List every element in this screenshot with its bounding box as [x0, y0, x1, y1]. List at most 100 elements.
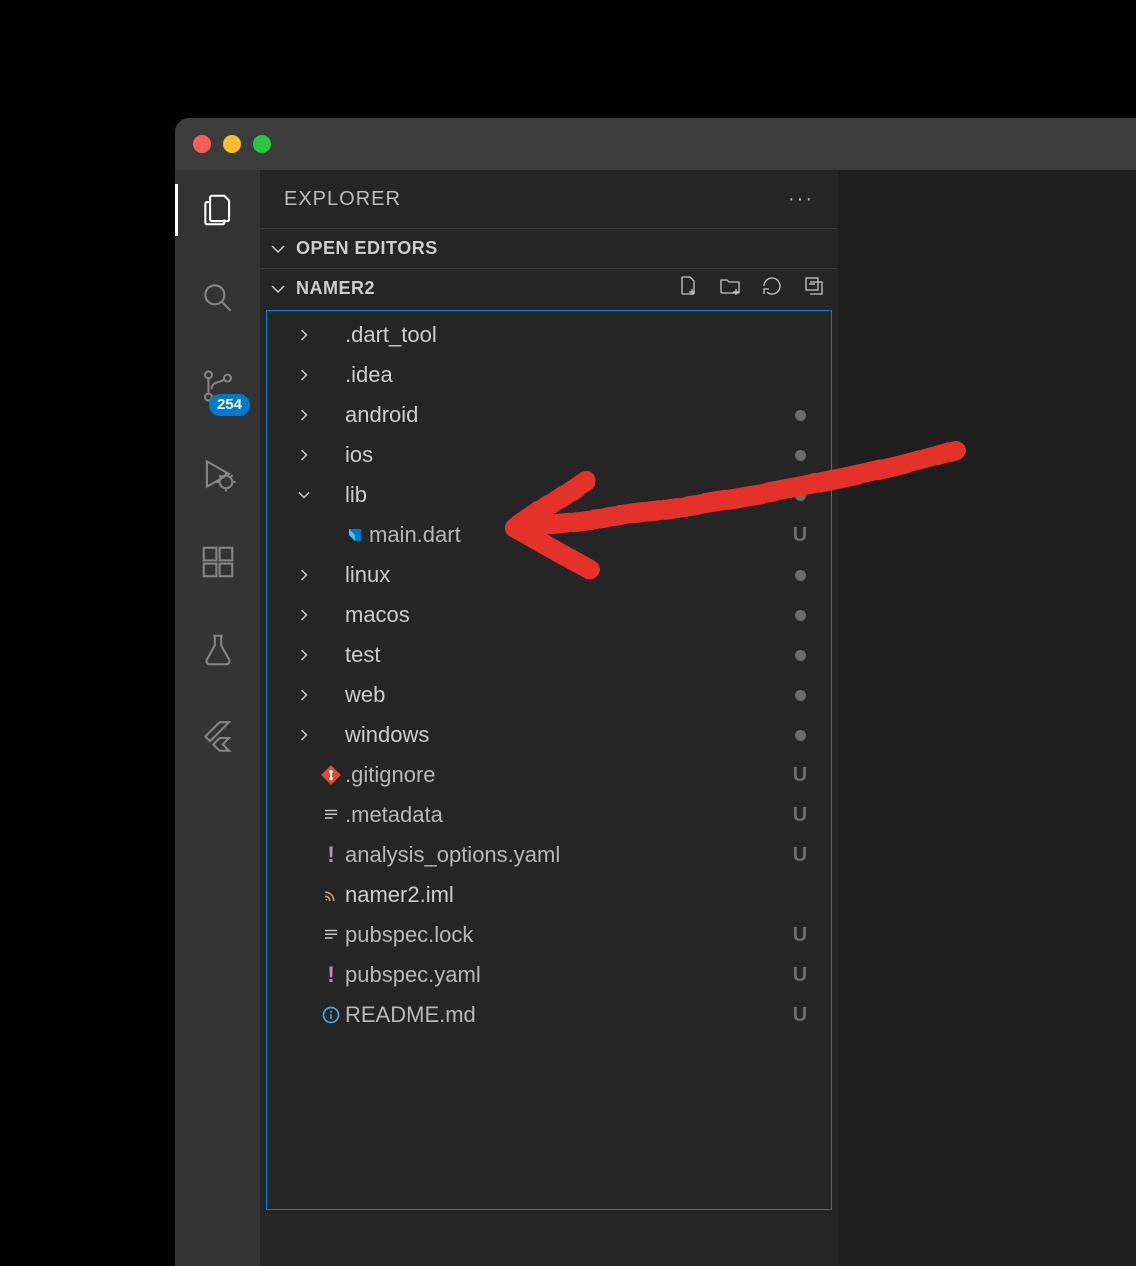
twisty[interactable] [291, 725, 317, 745]
tree-folder[interactable]: test [267, 635, 831, 675]
activity-scm[interactable]: 254 [175, 360, 260, 412]
dart-file-icon [346, 526, 364, 544]
tree-folder[interactable]: ios [267, 435, 831, 475]
tree-file[interactable]: .gitignoreU [267, 755, 831, 795]
chevron-right-icon [294, 325, 314, 345]
git-status-untracked: U [787, 1004, 813, 1027]
text-file-icon [322, 806, 340, 824]
titlebar[interactable] [175, 118, 1136, 170]
git-status-untracked: U [787, 924, 813, 947]
tree-folder[interactable]: .idea [267, 355, 831, 395]
tree-folder[interactable]: windows [267, 715, 831, 755]
vscode-window: 254 EXPLORER ··· OPEN EDITORS [175, 118, 1136, 1266]
activity-run-debug[interactable] [175, 448, 260, 500]
tree-folder[interactable]: macos [267, 595, 831, 635]
git-status-untracked: U [787, 524, 813, 547]
collapse-all-button[interactable] [802, 274, 826, 303]
window-zoom-button[interactable] [253, 135, 271, 153]
tree-folder[interactable]: linux [267, 555, 831, 595]
twisty[interactable] [291, 365, 317, 385]
git-status-modified-dot [787, 404, 813, 427]
git-status-modified-dot [787, 564, 813, 587]
activity-testing[interactable] [175, 624, 260, 676]
git-status-untracked: U [787, 844, 813, 867]
git-status-modified-dot [787, 684, 813, 707]
twisty[interactable] [291, 445, 317, 465]
tree-folder[interactable]: lib [267, 475, 831, 515]
twisty[interactable] [291, 405, 317, 425]
tree-item-label: analysis_options.yaml [345, 842, 787, 868]
yaml-file-icon: ! [327, 842, 334, 868]
tree-item-label: test [345, 642, 787, 668]
tree-item-label: README.md [345, 1002, 787, 1028]
tree-item-label: .dart_tool [345, 322, 787, 348]
chevron-right-icon [294, 725, 314, 745]
tree-item-label: ios [345, 442, 787, 468]
window-minimize-button[interactable] [223, 135, 241, 153]
tree-item-label: pubspec.yaml [345, 962, 787, 988]
new-folder-button[interactable] [718, 274, 742, 303]
sidebar-title-row: EXPLORER ··· [260, 170, 838, 228]
sidebar-more-button[interactable]: ··· [788, 188, 814, 211]
tree-item-label: .metadata [345, 802, 787, 828]
twisty[interactable] [291, 645, 317, 665]
activity-search[interactable] [175, 272, 260, 324]
gitignore-file-icon [317, 761, 345, 789]
file-tree-focus-box: .dart_tool.ideaandroidioslibmain.dartUli… [266, 310, 832, 1210]
tree-file[interactable]: .metadataU [267, 795, 831, 835]
refresh-button[interactable] [760, 274, 784, 303]
tree-file[interactable]: ! analysis_options.yamlU [267, 835, 831, 875]
activity-explorer[interactable] [175, 184, 260, 236]
tree-item-label: macos [345, 602, 787, 628]
tree-item-label: namer2.iml [345, 882, 787, 908]
text-file-icon [322, 926, 340, 944]
tree-file[interactable]: pubspec.lockU [267, 915, 831, 955]
sidebar: EXPLORER ··· OPEN EDITORS NAMER2 .dart_t… [260, 170, 838, 1266]
tree-item-label: web [345, 682, 787, 708]
git-status-untracked: U [787, 964, 813, 987]
twisty[interactable] [291, 325, 317, 345]
chevron-right-icon [294, 685, 314, 705]
chevron-down-icon [294, 485, 314, 505]
tree-folder[interactable]: .dart_tool [267, 315, 831, 355]
chevron-right-icon [294, 445, 314, 465]
new-folder-icon [718, 274, 742, 298]
scm-badge: 254 [209, 394, 250, 416]
activity-extensions[interactable] [175, 536, 260, 588]
debug-icon [199, 455, 237, 493]
editor-area [838, 170, 1136, 1266]
twisty[interactable] [291, 565, 317, 585]
tree-item-label: pubspec.lock [345, 922, 787, 948]
tree-folder[interactable]: web [267, 675, 831, 715]
tree-folder[interactable]: android [267, 395, 831, 435]
chevron-right-icon [294, 645, 314, 665]
chevron-down-icon [266, 277, 290, 301]
twisty[interactable] [291, 685, 317, 705]
git-status-modified-dot [787, 724, 813, 747]
git-status-modified-dot [787, 644, 813, 667]
folder-header[interactable]: NAMER2 [260, 268, 838, 308]
tree-item-label: .idea [345, 362, 787, 388]
git-status-modified-dot [787, 484, 813, 507]
new-file-button[interactable] [676, 274, 700, 303]
twisty[interactable] [291, 485, 317, 505]
iml-file-icon [323, 887, 339, 903]
file-tree: .dart_tool.ideaandroidioslibmain.dartUli… [260, 308, 838, 1266]
flutter-icon [199, 719, 237, 757]
tree-file[interactable]: README.mdU [267, 995, 831, 1035]
window-close-button[interactable] [193, 135, 211, 153]
beaker-icon [199, 631, 237, 669]
git-status-modified-dot [787, 444, 813, 467]
window-body: 254 EXPLORER ··· OPEN EDITORS [175, 170, 1136, 1266]
tree-item-label: main.dart [369, 522, 787, 548]
tree-file[interactable]: main.dartU [267, 515, 831, 555]
open-editors-header[interactable]: OPEN EDITORS [260, 228, 838, 268]
git-status-untracked: U [787, 764, 813, 787]
twisty[interactable] [291, 605, 317, 625]
activity-flutter[interactable] [175, 712, 260, 764]
chevron-right-icon [294, 365, 314, 385]
tree-file[interactable]: !pubspec.yamlU [267, 955, 831, 995]
tree-file[interactable]: namer2.iml [267, 875, 831, 915]
git-status-untracked: U [787, 804, 813, 827]
refresh-icon [760, 274, 784, 298]
